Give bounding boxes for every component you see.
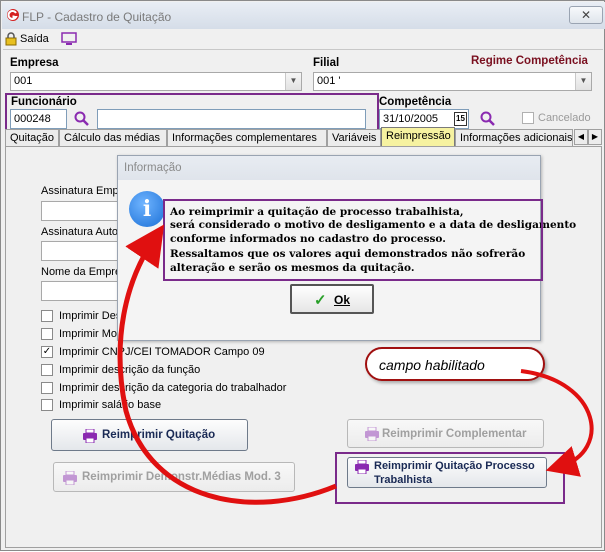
main-window: FLP - Cadastro de Quitação ✕ Saída Empre…	[0, 0, 605, 551]
annotation-arrows	[117, 224, 594, 505]
arrow-to-button	[520, 369, 594, 477]
arrow-to-dialog	[117, 224, 337, 505]
